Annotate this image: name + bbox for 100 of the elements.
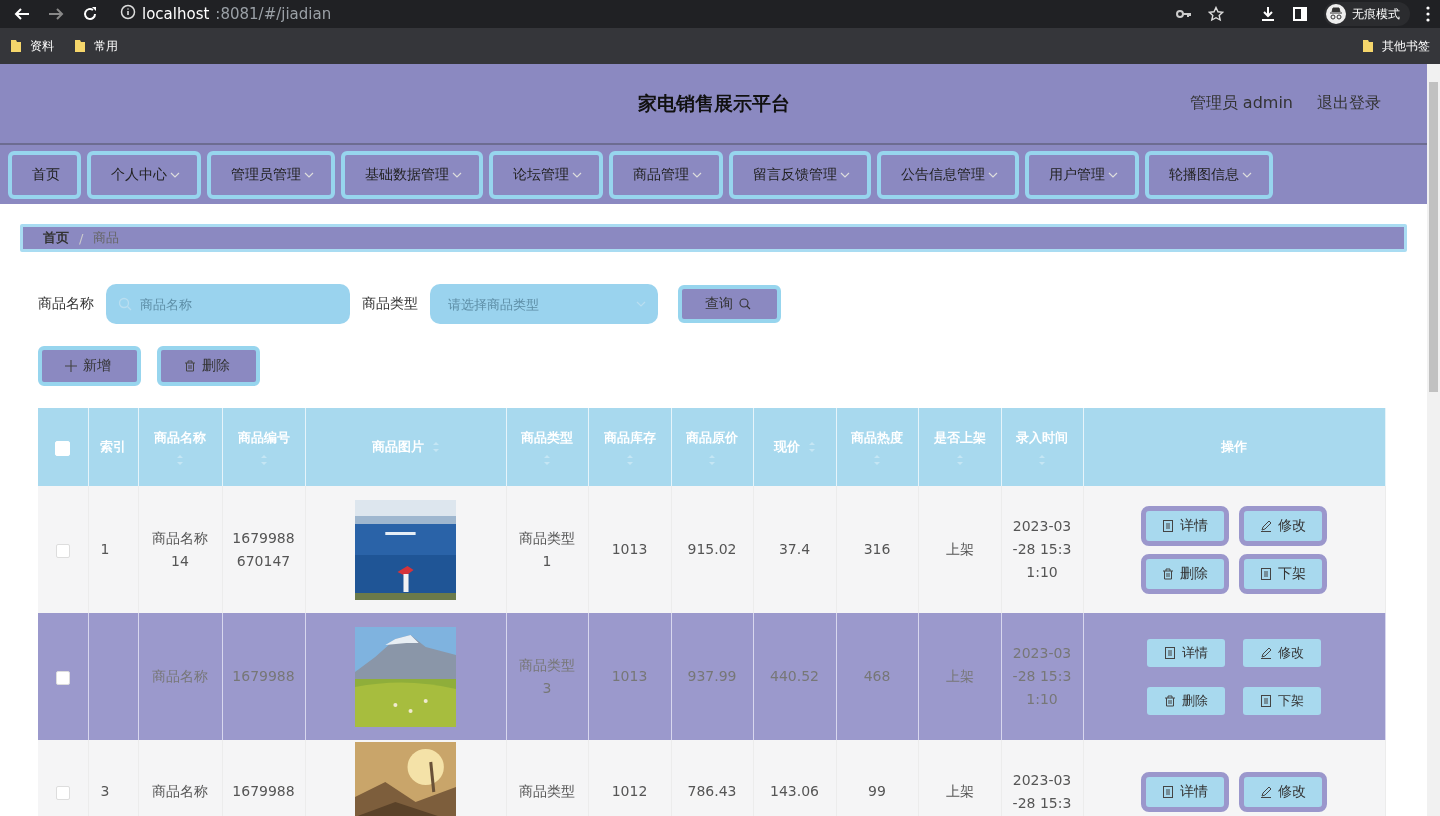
search-icon (739, 298, 751, 310)
table-cell-text: 440.52 (770, 668, 819, 684)
table-cell-text: 商品名称 14 (152, 529, 208, 569)
table-cell-text: 上架 (945, 783, 974, 799)
delete-button[interactable]: 删除 (1141, 553, 1229, 594)
table-cell-text: 商品类型 3 (519, 656, 575, 696)
back-icon[interactable] (14, 6, 30, 22)
nav-menu-item[interactable]: 基础数据管理 (341, 150, 483, 199)
bookmark-folder-icon[interactable] (74, 39, 86, 53)
scrollbar[interactable] (1427, 64, 1440, 816)
breadcrumb-current: 商品 (93, 229, 120, 247)
document-icon (1162, 785, 1174, 798)
table-cell-text: 143.06 (770, 783, 819, 799)
caret-icon (636, 301, 646, 307)
table-cell-text: 1013 (611, 541, 648, 557)
detail-button[interactable]: 详情 (1141, 771, 1229, 812)
select-field[interactable]: 请选择商品类型 (430, 284, 658, 324)
table-cell-text: 786.43 (687, 783, 737, 799)
checkbox[interactable] (55, 785, 70, 800)
table-cell-text: 1679988 670147 (232, 529, 295, 569)
table-cell-text: 1679988 (232, 668, 295, 684)
table-cell-text: 468 (863, 668, 891, 684)
table-cell-text: 1013 (611, 668, 648, 684)
nav-menu-item[interactable]: 公告信息管理 (877, 150, 1019, 199)
pencil-icon (1260, 646, 1272, 659)
profile-button[interactable]: 无痕模式 (1324, 2, 1410, 26)
unshelve-button[interactable]: 下架 (1239, 553, 1327, 594)
info-icon[interactable] (120, 4, 136, 20)
table-cell-text: 商品名称 (152, 668, 208, 684)
nav-menu-item[interactable]: 管理员管理 (207, 150, 335, 199)
user-label: 管理员 admin (1189, 93, 1293, 114)
bookmark-item[interactable]: 资料 (10, 37, 54, 55)
pencil-icon (1260, 519, 1272, 532)
reload-icon[interactable] (82, 6, 98, 22)
edit-button[interactable]: 修改 (1239, 771, 1327, 812)
pencil-icon (1260, 785, 1272, 798)
nav-menu-item[interactable]: 用户管理 (1025, 150, 1139, 199)
add-button[interactable]: 新增 (38, 346, 141, 386)
side-panel-icon[interactable] (1292, 6, 1308, 22)
trash-icon (184, 360, 196, 372)
checkbox[interactable] (55, 670, 70, 685)
bookmark-folder-icon[interactable] (1362, 39, 1374, 53)
filter-label: 商品名称 (38, 295, 94, 313)
bookmark-item[interactable]: 其他书签 (1362, 37, 1430, 55)
table-cell-text: 1012 (611, 783, 648, 799)
trash-icon (1162, 567, 1174, 580)
table-cell-text: 99 (868, 783, 886, 799)
nav-menu-item[interactable]: 首页 (8, 150, 81, 199)
table-cell-text: 2023-03 -28 15:3 (1012, 771, 1072, 811)
incognito-icon[interactable] (1326, 4, 1346, 24)
logout-link[interactable]: 退出登录 (1317, 93, 1381, 114)
table-cell-text: 商品名称 (152, 783, 208, 799)
table-cell-text: 商品类型 1 (519, 529, 575, 569)
document-icon (1162, 519, 1174, 532)
table-row[interactable]: 1 商品名称 14 1679988 670147 商品类型 1 1013 915.02 37.4 316 上架 2023-03 -28 15:3 1:10 详情 修改 删除 下架 (38, 486, 1385, 613)
download-icon[interactable] (1260, 6, 1276, 22)
table-cell-text: 37.4 (778, 541, 811, 557)
plus-icon (65, 360, 77, 372)
table-cell-text: 937.99 (687, 668, 737, 684)
query-button[interactable]: 查询 (678, 285, 781, 323)
trash-icon (1164, 694, 1176, 707)
checkbox[interactable] (55, 543, 70, 558)
detail-button[interactable]: 详情 (1141, 505, 1229, 546)
table-cell-text: 2023-03 -28 15:3 1:10 (1012, 518, 1072, 580)
search-field[interactable]: 商品名称 (106, 284, 350, 324)
site-title: 家电销售展示平台 (637, 90, 790, 116)
unshelve-button[interactable]: 下架 (1243, 686, 1321, 715)
document-icon (1260, 694, 1272, 707)
edit-button[interactable]: 修改 (1243, 638, 1321, 667)
table-cell-text: 2023-03 -28 15:3 1:10 (1012, 645, 1072, 707)
bookmark-folder-icon[interactable] (10, 39, 22, 53)
nav-menu-item[interactable]: 留言反馈管理 (729, 150, 871, 199)
edit-button[interactable]: 修改 (1239, 505, 1327, 546)
table-cell-text: 915.02 (687, 541, 737, 557)
delete-button[interactable]: 删除 (157, 346, 260, 386)
detail-button[interactable]: 详情 (1147, 638, 1225, 667)
table-cell-text: 商品类型 (519, 783, 575, 799)
bookmark-item[interactable]: 常用 (74, 37, 118, 55)
table-cell-text: 1 (99, 540, 111, 559)
delete-button[interactable]: 删除 (1147, 686, 1225, 715)
table-cell-text: 1679988 (232, 783, 295, 799)
more-icon[interactable] (1426, 6, 1430, 22)
nav-menu-item[interactable]: 个人中心 (87, 150, 201, 199)
nav-menu-item[interactable]: 论坛管理 (489, 150, 603, 199)
forward-icon[interactable] (48, 6, 64, 22)
nav-menu-item[interactable]: 轮播图信息 (1145, 150, 1273, 199)
table-cell-text: 3 (99, 782, 111, 801)
filter-label: 商品类型 (362, 295, 418, 313)
table-row[interactable]: 3 商品名称 1679988 商品类型 1012 786.43 143.06 99 上架 2023-03 -28 15:3 详情 修改 (38, 740, 1385, 816)
table-row[interactable]: 商品名称 1679988 商品类型 3 1013 937.99 440.52 468 上架 2023-03 -28 15:3 1:10 详情 修改 删除 下架 (38, 613, 1385, 740)
document-icon (1260, 567, 1272, 580)
table-cell-text: 316 (863, 541, 891, 557)
table-cell-text: 上架 (945, 541, 974, 557)
document-icon (1164, 646, 1176, 659)
bookmark-star-icon[interactable] (1208, 6, 1224, 22)
nav-menu-item[interactable]: 商品管理 (609, 150, 723, 199)
table-cell-text: 上架 (945, 668, 974, 684)
breadcrumb-separator: / (79, 230, 84, 246)
breadcrumb-link[interactable]: 首页 (43, 229, 69, 247)
search-icon (118, 297, 132, 311)
